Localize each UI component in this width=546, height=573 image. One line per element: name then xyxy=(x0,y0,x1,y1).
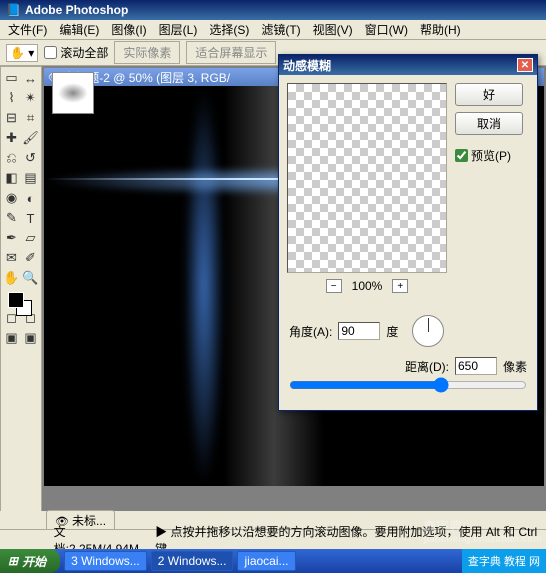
app-icon: 📘 xyxy=(6,3,21,17)
menu-layer[interactable]: 图层(L) xyxy=(153,19,204,40)
tool-dodge[interactable]: ◐ xyxy=(21,188,40,208)
taskbar-task-3[interactable]: jiaocai... xyxy=(237,551,295,571)
angle-dial[interactable] xyxy=(412,315,444,347)
distance-unit: 像素 xyxy=(503,358,527,375)
actual-pixels-button[interactable]: 实际像素 xyxy=(114,41,180,64)
tool-hand[interactable]: ✋ xyxy=(2,268,21,288)
angle-label: 角度(A): xyxy=(289,323,332,340)
angle-unit: 度 xyxy=(386,323,398,340)
foreground-color[interactable] xyxy=(8,292,24,308)
taskbar: ⊞ 开始 3 Windows... 2 Windows... jiaocai..… xyxy=(0,549,546,573)
tool-crop[interactable]: ⊟ xyxy=(2,108,21,128)
menu-view[interactable]: 视图(V) xyxy=(307,19,359,40)
color-swatch[interactable] xyxy=(2,288,40,324)
menu-select[interactable]: 选择(S) xyxy=(203,19,255,40)
scroll-all-checkbox[interactable]: 滚动全部 xyxy=(44,44,108,61)
tool-history[interactable]: ↺ xyxy=(21,148,40,168)
preview-checkbox-label: 预览(P) xyxy=(471,147,511,164)
menu-filter[interactable]: 滤镜(T) xyxy=(255,19,306,40)
distance-label: 距离(D): xyxy=(405,358,449,375)
taskbar-task-2[interactable]: 2 Windows... xyxy=(151,551,234,571)
taskbar-task-1[interactable]: 3 Windows... xyxy=(64,551,147,571)
tool-gradient[interactable]: ▤ xyxy=(21,168,40,188)
dialog-params: 角度(A): 度 距离(D): 像素 xyxy=(279,301,537,410)
zoom-in-button[interactable]: + xyxy=(392,279,408,293)
tool-eyedrop[interactable]: ✐ xyxy=(21,248,40,268)
dialog-buttons: 好 取消 预览(P) xyxy=(455,83,523,293)
menu-window[interactable]: 窗口(W) xyxy=(359,19,414,40)
preview-checkbox[interactable]: 预览(P) xyxy=(455,147,523,164)
tool-type[interactable]: T xyxy=(21,208,40,228)
ok-button[interactable]: 好 xyxy=(455,83,523,106)
scroll-all-input[interactable] xyxy=(44,46,57,59)
angle-input[interactable] xyxy=(338,322,380,340)
tool-pen[interactable]: ✒ xyxy=(2,228,21,248)
preview-checkbox-input[interactable] xyxy=(455,149,468,162)
brush-preset-thumb[interactable] xyxy=(52,72,94,114)
motion-blur-dialog: 动感模糊 ✕ − 100% + 好 取消 预览(P) 角度(A): 度 xyxy=(278,54,538,411)
menu-bar: 文件(F) 编辑(E) 图像(I) 图层(L) 选择(S) 滤镜(T) 视图(V… xyxy=(0,20,546,40)
tool-wand[interactable]: ✴ xyxy=(21,88,40,108)
zoom-value: 100% xyxy=(352,279,383,293)
status-bar: 文档:2.25M/4.94M ▶ 点按并拖移以沿想要的方向滚动图像。要用附加选项… xyxy=(0,529,546,549)
dialog-title: 动感模糊 xyxy=(283,57,517,74)
menu-edit[interactable]: 编辑(E) xyxy=(53,19,105,40)
tool-slice[interactable]: ⌗ xyxy=(21,108,40,128)
app-titlebar: 📘 Adobe Photoshop xyxy=(0,0,546,20)
tool-blur[interactable]: ◉ xyxy=(2,188,21,208)
preview-panel: − 100% + xyxy=(287,83,447,293)
menu-image[interactable]: 图像(I) xyxy=(105,19,152,40)
cancel-button[interactable]: 取消 xyxy=(455,112,523,135)
tool-zoom[interactable]: 🔍 xyxy=(21,268,40,288)
distance-input[interactable] xyxy=(455,357,497,375)
screenmode-full[interactable]: ▣ xyxy=(21,328,40,348)
toolbox: ▭ ↔ ⌇ ✴ ⊟ ⌗ ✚ 🖌 ⎌ ↺ ◧ ▤ ◉ ◐ ✎ T ✒ ▱ ✉ ✐ … xyxy=(0,66,42,526)
scroll-all-label: 滚动全部 xyxy=(60,44,108,61)
system-tray[interactable]: 查字典 教程 网 xyxy=(462,549,546,573)
screenmode-standard[interactable]: ▣ xyxy=(2,328,21,348)
windows-logo-icon: ⊞ xyxy=(8,554,18,568)
tool-path[interactable]: ✎ xyxy=(2,208,21,228)
tool-brush[interactable]: 🖌 xyxy=(21,128,40,148)
tool-heal[interactable]: ✚ xyxy=(2,128,21,148)
preview-image[interactable] xyxy=(287,83,447,273)
start-label: 开始 xyxy=(22,553,46,570)
zoom-out-button[interactable]: − xyxy=(326,279,342,293)
fit-screen-button[interactable]: 适合屏幕显示 xyxy=(186,41,276,64)
tool-eraser[interactable]: ◧ xyxy=(2,168,21,188)
dialog-titlebar[interactable]: 动感模糊 ✕ xyxy=(279,55,537,75)
hand-tool-icon[interactable]: ✋ ▾ xyxy=(6,44,38,62)
menu-help[interactable]: 帮助(H) xyxy=(414,19,467,40)
distance-slider[interactable] xyxy=(289,377,527,393)
dialog-close-button[interactable]: ✕ xyxy=(517,58,533,72)
tool-lasso[interactable]: ⌇ xyxy=(2,88,21,108)
tool-stamp[interactable]: ⎌ xyxy=(2,148,21,168)
start-button[interactable]: ⊞ 开始 xyxy=(0,549,60,573)
blue-vertical-glow xyxy=(184,86,224,486)
feather-icon xyxy=(58,83,88,103)
tool-move[interactable]: ↔ xyxy=(21,68,40,88)
tool-shape[interactable]: ▱ xyxy=(21,228,40,248)
menu-file[interactable]: 文件(F) xyxy=(2,19,53,40)
tool-notes[interactable]: ✉ xyxy=(2,248,21,268)
app-title: Adobe Photoshop xyxy=(25,3,128,17)
tool-marquee[interactable]: ▭ xyxy=(2,68,21,88)
